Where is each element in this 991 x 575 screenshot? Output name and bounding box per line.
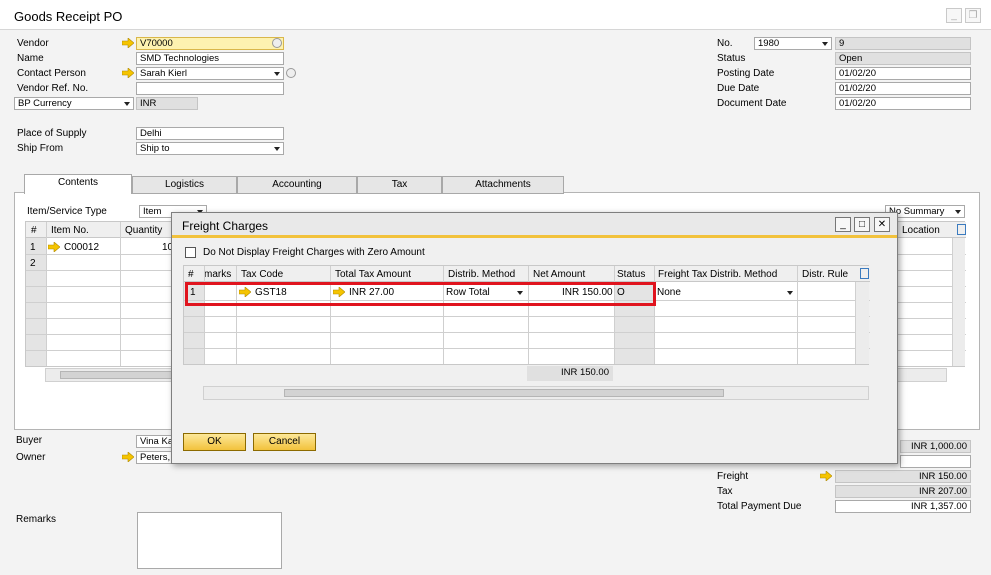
ship-from-label: Ship From (17, 143, 64, 154)
link-arrow-icon[interactable] (122, 68, 134, 78)
minimize-button[interactable]: _ (835, 217, 851, 232)
document-date-field[interactable]: 01/02/20 (835, 97, 971, 110)
owner-field[interactable]: Peters, (136, 451, 176, 464)
posting-date-field[interactable]: 01/02/20 (835, 67, 971, 80)
document-number-field: 9 (835, 37, 971, 50)
place-of-supply-field[interactable]: Delhi (136, 127, 284, 140)
contact-person-label: Contact Person (17, 68, 86, 79)
freight-tax-cell[interactable]: None (657, 287, 681, 298)
contact-person-select[interactable]: Sarah Kierl (136, 67, 284, 80)
remarks-label: Remarks (16, 514, 57, 525)
col-net-amount-header[interactable]: Net Amount (533, 269, 585, 280)
dialog-titlebar: Freight Charges _ □ ✕ (172, 213, 897, 238)
due-date-label: Due Date (717, 83, 760, 94)
col-distrib-method-header[interactable]: Distrib. Method (448, 269, 515, 280)
series-select[interactable]: 1980 (754, 37, 832, 50)
document-date-label: Document Date (717, 98, 787, 109)
highlight-box (185, 282, 656, 306)
tab-tax[interactable]: Tax (357, 176, 442, 194)
row-number: 2 (30, 258, 36, 269)
net-amount-total: INR 150.00 (527, 366, 613, 381)
col-num-header: # (31, 225, 37, 236)
vendor-ref-label: Vendor Ref. No. (17, 83, 89, 94)
maximize-button[interactable]: ❐ (965, 8, 981, 23)
zero-amount-checkbox-label: Do Not Display Freight Charges with Zero… (203, 247, 425, 258)
col-total-tax-header[interactable]: Total Tax Amount (335, 269, 411, 280)
ship-from-select[interactable]: Ship to (136, 142, 284, 155)
window-titlebar: Goods Receipt PO _ ❐ (0, 0, 991, 30)
row-number: 1 (30, 242, 36, 253)
tax-label: Tax (717, 486, 733, 497)
expand-icon[interactable] (957, 224, 966, 235)
tab-accounting[interactable]: Accounting (237, 176, 357, 194)
freight-charges-dialog: Freight Charges _ □ ✕ Do Not Display Fre… (171, 212, 898, 464)
buyer-field[interactable]: Vina Ka (136, 435, 176, 448)
vendor-field[interactable]: V70000 (136, 37, 284, 50)
choose-from-list-icon[interactable] (286, 68, 296, 78)
expand-icon[interactable] (860, 268, 869, 279)
col-remarks-header[interactable]: marks (204, 269, 231, 280)
col-status-header[interactable]: Status (617, 269, 645, 280)
col-freight-tax-header[interactable]: Freight Tax Distrib. Method (658, 269, 777, 280)
vendor-ref-field[interactable] (136, 82, 284, 95)
freight-field: INR 150.00 (835, 470, 971, 483)
maximize-button[interactable]: □ (854, 217, 870, 232)
tab-attachments[interactable]: Attachments (442, 176, 564, 194)
col-location-header[interactable]: Location (902, 225, 940, 236)
link-arrow-icon[interactable] (122, 38, 134, 48)
ok-button[interactable]: OK (183, 433, 246, 451)
horizontal-scrollbar[interactable] (203, 386, 869, 400)
item-no-cell[interactable]: C00012 (64, 242, 99, 253)
remarks-textarea[interactable] (137, 512, 282, 569)
freight-grid: # marks Tax Code Total Tax Amount Distri… (183, 265, 870, 365)
name-field[interactable]: SMD Technologies (136, 52, 284, 65)
freight-label: Freight (717, 471, 749, 482)
due-date-field[interactable]: 01/02/20 (835, 82, 971, 95)
vertical-scrollbar[interactable] (855, 282, 869, 364)
total-payment-due-field: INR 1,357.00 (835, 500, 971, 513)
cancel-button[interactable]: Cancel (253, 433, 316, 451)
vertical-scrollbar[interactable] (952, 238, 965, 366)
close-button[interactable]: ✕ (874, 217, 890, 232)
discount-field[interactable] (900, 455, 971, 468)
posting-date-label: Posting Date (717, 68, 775, 79)
zero-amount-checkbox[interactable] (185, 247, 196, 258)
bp-currency-field: INR (136, 97, 198, 110)
col-num-header: # (188, 269, 194, 280)
total-payment-due-label: Total Payment Due (717, 501, 802, 512)
choose-from-list-icon[interactable] (272, 38, 282, 48)
owner-label: Owner (16, 452, 46, 463)
status-label: Status (717, 53, 746, 64)
scrollbar-thumb[interactable] (284, 389, 724, 397)
item-type-label: Item/Service Type (27, 206, 107, 217)
minimize-button[interactable]: _ (946, 8, 962, 23)
col-quantity-header[interactable]: Quantity (125, 225, 162, 236)
tab-contents[interactable]: Contents (24, 174, 132, 194)
vendor-label: Vendor (17, 38, 49, 49)
total-before-discount-field: INR 1,000.00 (900, 440, 971, 453)
tab-logistics[interactable]: Logistics (132, 176, 237, 194)
chevron-down-icon[interactable] (787, 291, 793, 295)
buyer-label: Buyer (16, 435, 43, 446)
link-arrow-icon[interactable] (820, 471, 832, 481)
name-label: Name (17, 53, 44, 64)
number-label: No. (717, 38, 733, 49)
link-arrow-icon[interactable] (48, 242, 60, 252)
bp-currency-select[interactable]: BP Currency (14, 97, 134, 110)
status-field: Open (835, 52, 971, 65)
place-of-supply-label: Place of Supply (17, 128, 87, 139)
scrollbar-thumb[interactable] (60, 371, 180, 379)
tax-field: INR 207.00 (835, 485, 971, 498)
col-item-no-header[interactable]: Item No. (51, 225, 89, 236)
window-title: Goods Receipt PO (14, 9, 123, 24)
col-distr-rule-header[interactable]: Distr. Rule (802, 269, 848, 280)
col-tax-code-header[interactable]: Tax Code (241, 269, 283, 280)
link-arrow-icon[interactable] (122, 452, 134, 462)
dialog-title: Freight Charges (182, 219, 269, 233)
